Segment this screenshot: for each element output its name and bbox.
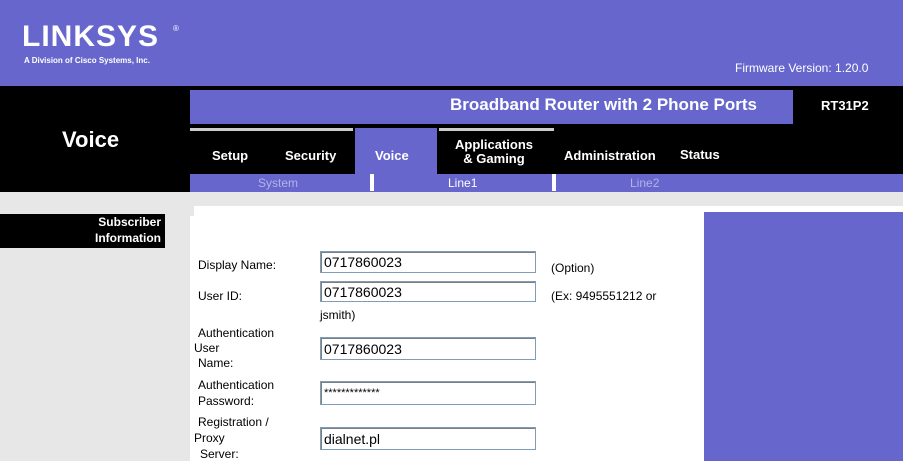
auth-user-label-2: User — [194, 341, 220, 355]
user-id-label: User ID: — [198, 289, 243, 303]
linksys-logo: LINKSYS ® A Division of Cisco Systems, I… — [22, 20, 182, 70]
section-heading-line: Subscriber — [98, 215, 161, 229]
content-top-strip — [190, 192, 903, 206]
auth-user-input[interactable] — [320, 337, 536, 360]
subtab-separator — [552, 174, 556, 191]
subtab-separator — [370, 174, 374, 191]
tab-administration[interactable]: Administration — [564, 148, 656, 163]
auth-user-label-1: Authentication — [198, 326, 275, 340]
subtab-line2[interactable]: Line2 — [630, 176, 659, 190]
tab-security[interactable]: Security — [285, 148, 336, 163]
page-title: Voice — [62, 127, 120, 152]
content-notch — [190, 206, 194, 216]
logo-subtitle: A Division of Cisco Systems, Inc. — [24, 56, 150, 65]
display-name-label: Display Name: — [198, 258, 277, 272]
proxy-label-2: Proxy — [194, 431, 225, 445]
auth-password-input[interactable] — [320, 381, 536, 405]
firmware-version: Firmware Version: 1.20.0 — [735, 61, 869, 75]
product-name: Broadband Router with 2 Phone Ports — [450, 95, 757, 114]
subtab-line1[interactable]: Line1 — [448, 176, 477, 190]
tab-voice[interactable]: Voice — [375, 148, 409, 163]
logo-text: LINKSYS — [22, 20, 160, 53]
tab-label-line: & Gaming — [463, 151, 525, 166]
tab-setup[interactable]: Setup — [212, 148, 248, 163]
tab-label-line: Applications — [455, 137, 534, 152]
tab-applications-gaming[interactable]: Applications & Gaming — [455, 138, 533, 166]
logo-registered-mark: ® — [173, 24, 179, 33]
proxy-server-input[interactable] — [320, 427, 536, 450]
user-id-note-cont: jsmith) — [320, 308, 356, 322]
help-panel — [704, 212, 903, 461]
section-heading: Subscriber Information — [0, 214, 165, 248]
model-name: RT31P2 — [821, 98, 869, 113]
subtab-system[interactable]: System — [258, 176, 298, 190]
auth-pass-label-1: Authentication — [198, 378, 275, 392]
auth-user-label-3: Name: — [198, 356, 234, 370]
user-id-input[interactable] — [320, 281, 536, 302]
tab-divider — [439, 128, 554, 131]
user-id-note: (Ex: 9495551212 or — [551, 289, 657, 303]
display-name-input[interactable] — [320, 251, 536, 273]
auth-pass-label-2: Password: — [198, 394, 255, 408]
section-heading-line: Information — [95, 231, 161, 245]
proxy-label-1: Registration / — [198, 415, 269, 429]
tab-divider — [190, 128, 353, 131]
proxy-label-3: Server: — [200, 447, 239, 461]
display-name-note: (Option) — [551, 261, 595, 275]
tab-status[interactable]: Status — [680, 147, 720, 162]
